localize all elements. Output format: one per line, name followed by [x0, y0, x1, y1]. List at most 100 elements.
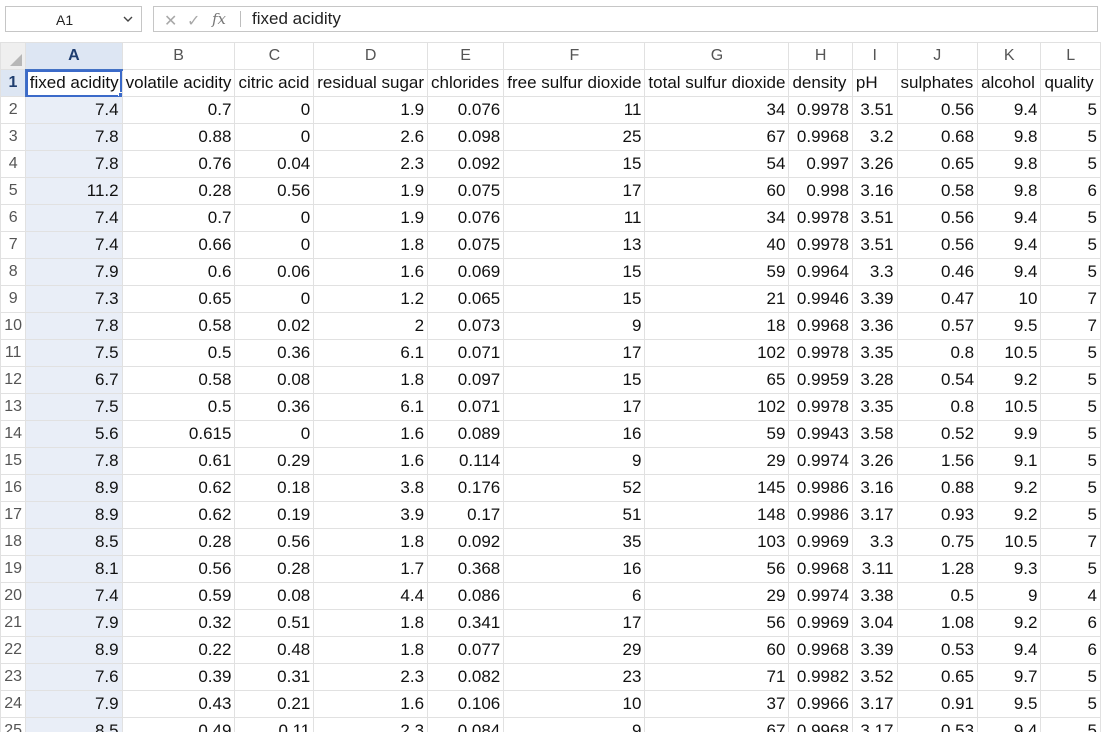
cell[interactable]: 1.6 [313, 420, 429, 448]
cell[interactable]: 0.9974 [788, 447, 853, 475]
function-icon[interactable]: fx [212, 10, 226, 28]
cell[interactable]: 3.16 [851, 177, 898, 205]
cell[interactable]: 5.6 [25, 420, 123, 448]
cell[interactable]: 0.5 [896, 582, 979, 610]
row-header[interactable]: 23 [0, 663, 27, 691]
cell[interactable]: 0.089 [427, 420, 505, 448]
column-header-i[interactable]: I [851, 42, 898, 70]
cell[interactable]: 3.04 [851, 609, 898, 637]
row-header[interactable]: 17 [0, 501, 27, 529]
header-cell[interactable]: pH [851, 69, 898, 97]
cell[interactable]: 3.16 [851, 474, 898, 502]
cell[interactable]: 0.071 [427, 339, 505, 367]
cell[interactable]: 7 [1040, 312, 1101, 340]
row-header[interactable]: 20 [0, 582, 27, 610]
row-header[interactable]: 14 [0, 420, 27, 448]
row-header[interactable]: 5 [0, 177, 27, 205]
row-header[interactable]: 7 [0, 231, 27, 259]
cell[interactable]: 0.04 [234, 150, 315, 178]
cell[interactable]: 9.2 [977, 474, 1042, 502]
row-header[interactable]: 16 [0, 474, 27, 502]
cell[interactable]: 21 [644, 285, 790, 313]
cell[interactable]: 0.36 [234, 339, 315, 367]
cell[interactable]: 10.5 [977, 393, 1042, 421]
cell[interactable]: 0.098 [427, 123, 505, 151]
cell[interactable]: 9.2 [977, 366, 1042, 394]
cell[interactable]: 0.58 [121, 312, 236, 340]
cell[interactable]: 0.17 [427, 501, 505, 529]
cell[interactable]: 11 [503, 204, 646, 232]
cell[interactable]: 7.9 [25, 609, 123, 637]
cell[interactable]: 0.114 [427, 447, 505, 475]
cell[interactable]: 0.9978 [788, 231, 853, 259]
cell[interactable]: 3.35 [851, 339, 898, 367]
cell[interactable]: 0.19 [234, 501, 315, 529]
cell[interactable]: 0 [234, 285, 315, 313]
row-header[interactable]: 11 [0, 339, 27, 367]
cell[interactable]: 40 [644, 231, 790, 259]
cell[interactable]: 0.9982 [788, 663, 853, 691]
cell[interactable]: 59 [644, 420, 790, 448]
cell[interactable]: 0.56 [896, 231, 979, 259]
cell[interactable]: 0.9968 [788, 555, 853, 583]
cell[interactable]: 6.1 [313, 339, 429, 367]
cell[interactable]: 3.17 [851, 690, 898, 718]
cell[interactable]: 8.9 [25, 501, 123, 529]
cell[interactable]: 0.06 [234, 258, 315, 286]
cell[interactable]: 0.092 [427, 528, 505, 556]
cell[interactable]: 0.76 [121, 150, 236, 178]
cell[interactable]: 0.53 [896, 717, 979, 732]
cell[interactable]: 0.58 [896, 177, 979, 205]
cell[interactable]: 3.9 [313, 501, 429, 529]
cell[interactable]: 51 [503, 501, 646, 529]
cell[interactable]: 5 [1040, 366, 1101, 394]
row-header[interactable]: 19 [0, 555, 27, 583]
cell[interactable]: 9.4 [977, 231, 1042, 259]
cell[interactable]: 0.56 [896, 96, 979, 124]
cell[interactable]: 37 [644, 690, 790, 718]
cell[interactable]: 9 [503, 312, 646, 340]
cell[interactable]: 11 [503, 96, 646, 124]
cell[interactable]: 0.9969 [788, 609, 853, 637]
cell[interactable]: 1.08 [896, 609, 979, 637]
cell[interactable]: 2.6 [313, 123, 429, 151]
cell[interactable]: 1.6 [313, 258, 429, 286]
cell[interactable]: 18 [644, 312, 790, 340]
cell[interactable]: 0.9974 [788, 582, 853, 610]
cell[interactable]: 102 [644, 339, 790, 367]
column-header-b[interactable]: B [121, 42, 236, 70]
cell[interactable]: 1.9 [313, 177, 429, 205]
cell[interactable]: 0.88 [896, 474, 979, 502]
cell[interactable]: 1.8 [313, 366, 429, 394]
cell[interactable]: 0.5 [121, 393, 236, 421]
column-header-f[interactable]: F [503, 42, 646, 70]
cell[interactable]: 0.02 [234, 312, 315, 340]
row-header[interactable]: 12 [0, 366, 27, 394]
cell[interactable]: 0.9978 [788, 96, 853, 124]
row-header[interactable]: 3 [0, 123, 27, 151]
cell[interactable]: 35 [503, 528, 646, 556]
cell[interactable]: 0.52 [896, 420, 979, 448]
formula-text[interactable]: fixed acidity [252, 9, 341, 29]
cell[interactable]: 9.4 [977, 636, 1042, 664]
cell[interactable]: 17 [503, 339, 646, 367]
cell[interactable]: 5 [1040, 420, 1101, 448]
cell[interactable]: 0.368 [427, 555, 505, 583]
cell[interactable]: 7.4 [25, 204, 123, 232]
cell[interactable]: 0.66 [121, 231, 236, 259]
cell[interactable]: 5 [1040, 96, 1101, 124]
cell[interactable]: 3.39 [851, 285, 898, 313]
cell[interactable]: 3.35 [851, 393, 898, 421]
cell[interactable]: 0 [234, 123, 315, 151]
cell[interactable]: 60 [644, 636, 790, 664]
cell[interactable]: 0.49 [121, 717, 236, 732]
cell[interactable]: 0.997 [788, 150, 853, 178]
cell[interactable]: 0 [234, 204, 315, 232]
cell[interactable]: 5 [1040, 474, 1101, 502]
cell[interactable]: 0.065 [427, 285, 505, 313]
cell[interactable]: 1.7 [313, 555, 429, 583]
cell[interactable]: 0.28 [234, 555, 315, 583]
cell[interactable]: 0.8 [896, 393, 979, 421]
cell[interactable]: 16 [503, 420, 646, 448]
header-cell[interactable]: chlorides [427, 69, 505, 97]
